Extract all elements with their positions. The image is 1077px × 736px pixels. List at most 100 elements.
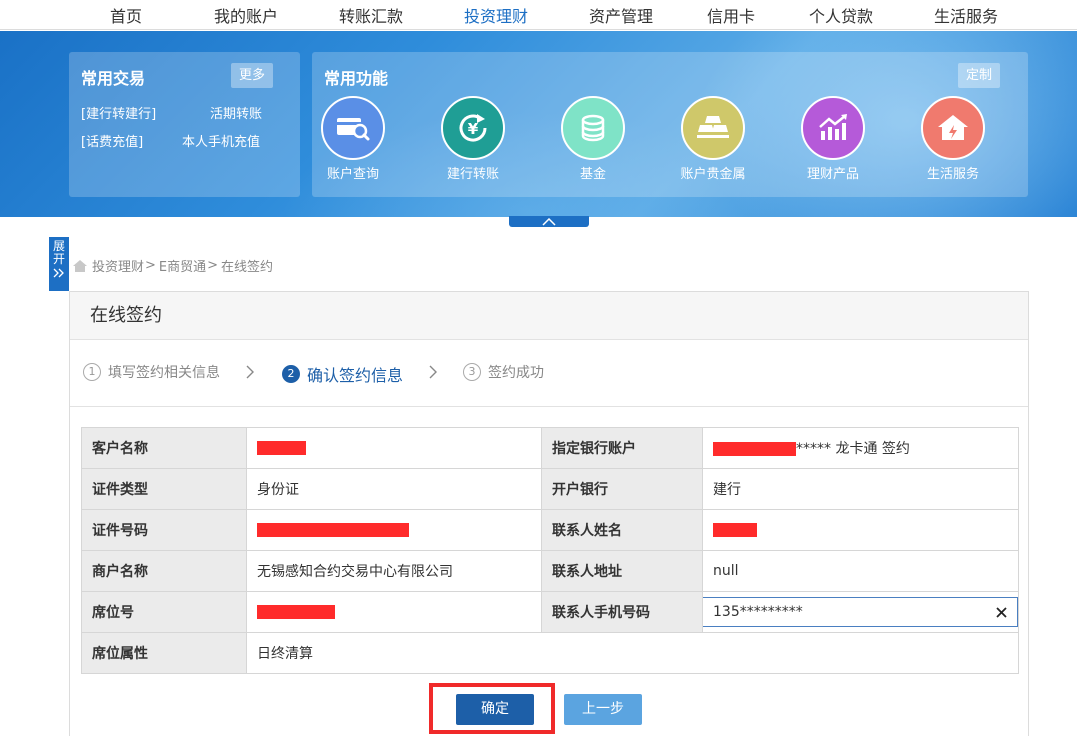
table-row: 席位属性 日终清算 bbox=[81, 632, 1019, 674]
nav-item-investment[interactable]: 投资理财 bbox=[464, 3, 528, 27]
redaction-mark bbox=[713, 523, 757, 537]
step-2: 2 确认签约信息 bbox=[282, 362, 403, 386]
common-functions-panel: 常用功能 定制 账户查询 ¥ 建行转账 基金 账户贵金属 理财产品 生活服务 bbox=[312, 52, 1028, 197]
chevron-right-icon bbox=[246, 365, 254, 379]
step-indicator: 1 填写签约相关信息 2 确认签约信息 3 签约成功 bbox=[70, 341, 1028, 407]
breadcrumb-investment[interactable]: 投资理财 bbox=[92, 256, 144, 275]
contact-phone-value: 135********* bbox=[713, 604, 803, 620]
table-row: 客户名称 指定银行账户 ***** 龙卡通 签约 bbox=[81, 427, 1019, 469]
function-wealth-products[interactable]: 理财产品 bbox=[788, 96, 878, 182]
function-label: 生活服务 bbox=[926, 167, 979, 182]
quick-access-banner: 常用交易 更多 [建行转建行] 活期转账 [话费充值] 本人手机充值 常用功能 … bbox=[0, 31, 1077, 217]
page-title: 在线签约 bbox=[70, 292, 1028, 340]
field-label: 联系人手机号码 bbox=[541, 591, 703, 633]
confirm-button-highlight bbox=[429, 683, 555, 734]
step-number: 1 bbox=[83, 363, 101, 381]
top-nav: 首页 我的账户 转账汇款 投资理财 资产管理 信用卡 个人贷款 生活服务 bbox=[0, 0, 1077, 30]
expand-label: 展开 bbox=[53, 239, 66, 266]
table-row: 证件类型 身份证 开户银行 建行 bbox=[81, 468, 1019, 510]
merchant-name-value: 无锡感知合约交易中心有限公司 bbox=[246, 550, 542, 592]
bank-account-masked: ***** 龙卡通 签约 bbox=[796, 441, 910, 457]
svg-text:¥: ¥ bbox=[468, 120, 479, 138]
chevron-up-icon bbox=[542, 217, 556, 226]
nav-item-transfer[interactable]: 转账汇款 bbox=[339, 3, 403, 27]
quick-link-phone-topup[interactable]: [话费充值] bbox=[81, 131, 143, 150]
nav-item-my-account[interactable]: 我的账户 bbox=[214, 3, 278, 27]
breadcrumb-e-trade[interactable]: E商贸通 bbox=[159, 256, 206, 275]
step-label: 填写签约相关信息 bbox=[108, 365, 220, 381]
quick-link-ccb-transfer[interactable]: [建行转建行] bbox=[81, 103, 156, 122]
home-icon[interactable] bbox=[72, 259, 88, 273]
contact-address-value: null bbox=[702, 550, 1019, 592]
function-label: 建行转账 bbox=[446, 167, 499, 182]
field-label: 商户名称 bbox=[81, 550, 247, 592]
redaction-mark bbox=[713, 442, 796, 456]
chart-growth-icon bbox=[801, 96, 865, 160]
nav-item-personal-loan[interactable]: 个人贷款 bbox=[809, 3, 873, 27]
common-functions-title: 常用功能 bbox=[324, 69, 389, 88]
online-signing-card: 在线签约 1 填写签约相关信息 2 确认签约信息 3 签约成功 客户名称 指定银… bbox=[69, 291, 1029, 736]
redaction-mark bbox=[257, 441, 306, 455]
field-label: 开户银行 bbox=[541, 468, 703, 510]
field-label: 证件类型 bbox=[81, 468, 247, 510]
contact-name-value bbox=[702, 509, 1019, 551]
common-trade-panel: 常用交易 更多 [建行转建行] 活期转账 [话费充值] 本人手机充值 bbox=[69, 52, 300, 197]
table-row: 证件号码 联系人姓名 bbox=[81, 509, 1019, 551]
step-number: 3 bbox=[463, 363, 481, 381]
field-label: 席位号 bbox=[81, 591, 247, 633]
signing-info-table: 客户名称 指定银行账户 ***** 龙卡通 签约 证件类型 身份证 开户银行 建… bbox=[81, 427, 1019, 674]
breadcrumb-separator: > bbox=[207, 258, 219, 273]
field-label: 联系人姓名 bbox=[541, 509, 703, 551]
house-service-icon bbox=[921, 96, 985, 160]
field-label: 联系人地址 bbox=[541, 550, 703, 592]
function-label: 理财产品 bbox=[806, 167, 859, 182]
field-label: 证件号码 bbox=[81, 509, 247, 551]
account-query-icon bbox=[321, 96, 385, 160]
coins-icon bbox=[561, 96, 625, 160]
common-trade-title: 常用交易 bbox=[81, 69, 146, 88]
nav-item-asset-management[interactable]: 资产管理 bbox=[589, 3, 653, 27]
function-fund[interactable]: 基金 bbox=[548, 96, 638, 182]
step-1: 1 填写签约相关信息 bbox=[83, 362, 220, 382]
id-number-value bbox=[246, 509, 542, 551]
seat-attribute-value: 日终清算 bbox=[246, 632, 1019, 674]
function-account-query[interactable]: 账户查询 bbox=[308, 96, 398, 182]
function-label: 基金 bbox=[579, 167, 606, 182]
redaction-mark bbox=[257, 605, 335, 619]
breadcrumb-separator: > bbox=[145, 258, 156, 273]
previous-step-button[interactable]: 上一步 bbox=[564, 694, 642, 725]
contact-phone-field[interactable]: 135********* bbox=[702, 597, 1018, 627]
table-row: 商户名称 无锡感知合约交易中心有限公司 联系人地址 null bbox=[81, 550, 1019, 592]
function-precious-metals[interactable]: 账户贵金属 bbox=[668, 96, 758, 182]
redaction-mark bbox=[257, 523, 409, 537]
step-label: 签约成功 bbox=[488, 365, 544, 381]
step-3: 3 签约成功 bbox=[463, 362, 544, 382]
field-label: 指定银行账户 bbox=[541, 427, 703, 469]
quick-link-demand-transfer[interactable]: 活期转账 bbox=[210, 103, 262, 122]
field-label: 席位属性 bbox=[81, 632, 247, 674]
more-button[interactable]: 更多 bbox=[231, 63, 274, 88]
nav-item-credit-card[interactable]: 信用卡 bbox=[707, 3, 755, 27]
seat-number-value bbox=[246, 591, 542, 633]
quick-link-own-phone-topup[interactable]: 本人手机充值 bbox=[182, 131, 260, 150]
contact-phone-cell: 135********* bbox=[702, 591, 1019, 633]
gold-bars-icon bbox=[681, 96, 745, 160]
clear-icon[interactable] bbox=[996, 606, 1007, 618]
breadcrumb-online-signing: 在线签约 bbox=[221, 260, 274, 275]
collapse-banner-button[interactable] bbox=[509, 216, 589, 227]
field-label: 客户名称 bbox=[81, 427, 247, 469]
function-life-services[interactable]: 生活服务 bbox=[908, 96, 998, 182]
double-chevron-right-icon bbox=[53, 268, 64, 278]
chevron-right-icon bbox=[429, 365, 437, 379]
customer-name-value bbox=[246, 427, 542, 469]
function-ccb-transfer[interactable]: ¥ 建行转账 bbox=[428, 96, 518, 182]
expand-side-tab[interactable]: 展开 bbox=[49, 237, 69, 291]
nav-item-life-services[interactable]: 生活服务 bbox=[934, 3, 998, 27]
breadcrumb: 投资理财 > E商贸通 > 在线签约 bbox=[72, 256, 273, 275]
nav-item-home[interactable]: 首页 bbox=[110, 3, 142, 27]
id-type-value: 身份证 bbox=[246, 468, 542, 510]
step-number: 2 bbox=[282, 365, 300, 383]
customize-button[interactable]: 定制 bbox=[958, 63, 1001, 88]
function-label: 账户贵金属 bbox=[680, 167, 746, 182]
yen-transfer-icon: ¥ bbox=[441, 96, 505, 160]
